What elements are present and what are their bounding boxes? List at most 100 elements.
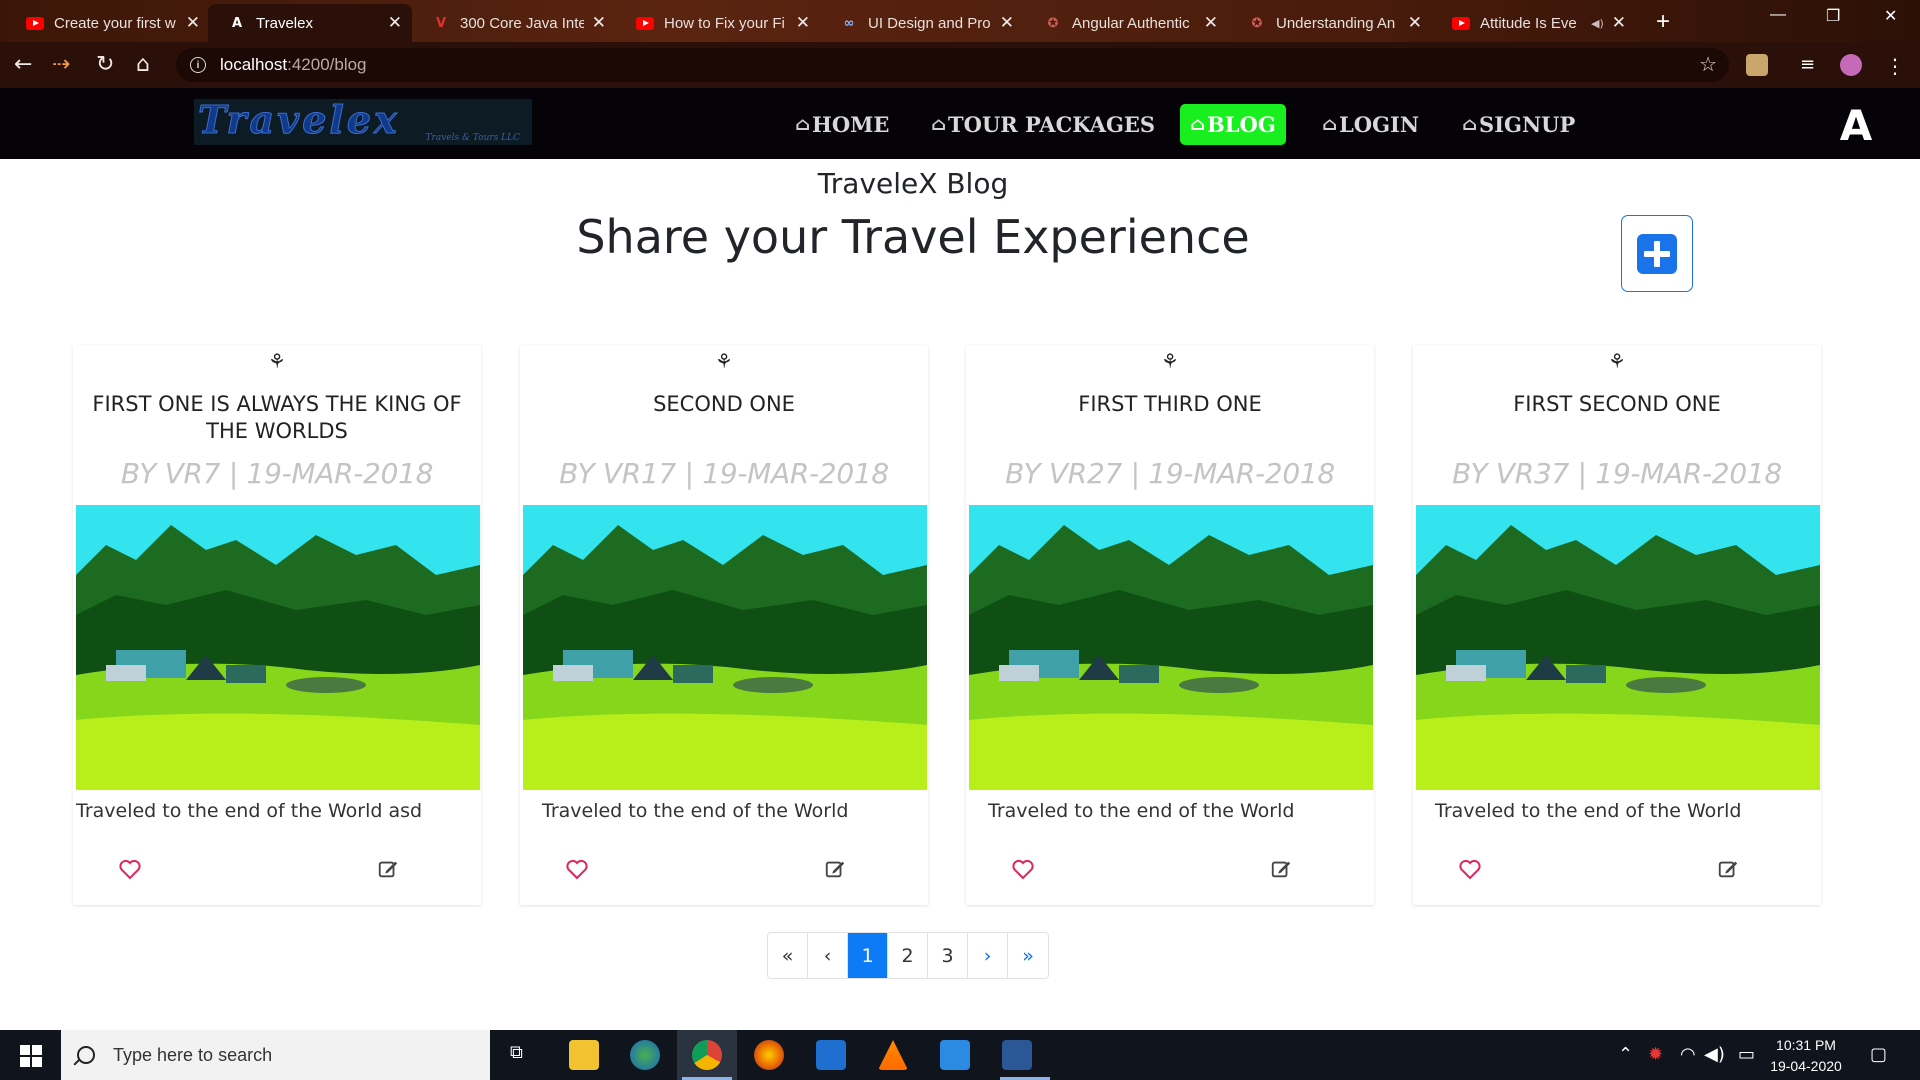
taskbar-search[interactable]: Type here to search [61,1030,490,1080]
chrome-icon[interactable] [692,1040,722,1070]
web-icon: ✪ [1251,15,1263,31]
close-icon[interactable]: ✕ [1612,13,1626,33]
browser-tab[interactable]: ✪ Understanding An ✕ [1228,4,1432,42]
add-post-button[interactable] [1621,215,1693,292]
extension-icon[interactable] [1746,54,1768,76]
travelex-logo[interactable]: Travelex Travels & Tours LLC [194,99,532,145]
tab-title: Angular Authentic [1072,14,1190,32]
nav-tour-packages[interactable]: ⌂ TOUR PACKAGES [921,104,1165,145]
nav-blog[interactable]: ⌂ BLOG [1180,104,1286,145]
battery-icon[interactable]: ▭ [1738,1044,1755,1065]
browser-tab-active[interactable]: A Travelex ✕ [208,4,412,42]
security-icon[interactable]: ✹ [1648,1044,1663,1065]
minimize-button[interactable]: — [1770,6,1786,24]
task-view-icon[interactable]: ⧉ [510,1042,523,1063]
globe-app-icon[interactable] [630,1040,660,1070]
browser-tab[interactable]: Attitude Is Eve ◀) ✕ [1432,4,1636,42]
nav-signup[interactable]: ⌂ SIGNUP [1452,104,1585,145]
tab-title: Create your first w [54,14,176,32]
post-byline: BY VR37 | 19-MAR-2018 [1452,457,1782,490]
angular-avatar-icon[interactable]: A [1834,101,1878,150]
post-byline: BY VR7 | 19-MAR-2018 [120,457,434,490]
page-button[interactable]: 3 [928,933,968,978]
back-icon[interactable]: ← [14,52,32,77]
heart-icon[interactable] [565,857,589,881]
post-description: Traveled to the end of the World [1435,800,1742,822]
blog-card: ⚘ FIRST SECOND ONE BY VR37 | 19-MAR-2018… [1413,345,1821,905]
info-icon[interactable]: i [190,57,206,73]
post-description: Traveled to the end of the World [988,800,1295,822]
new-tab-button[interactable]: + [1656,8,1670,36]
web-icon: ✪ [1047,15,1059,31]
tab-title: 300 Core Java Inte [460,14,584,32]
last-page-button[interactable]: » [1008,933,1048,978]
search-placeholder: Type here to search [113,1044,273,1065]
close-icon[interactable]: ✕ [1204,13,1218,33]
angular-icon: A [231,15,243,31]
browser-tab[interactable]: Create your first w ✕ [6,4,210,42]
firefox-icon[interactable] [754,1040,784,1070]
page-button[interactable]: 2 [888,933,928,978]
heart-icon[interactable] [118,857,142,881]
forward-icon[interactable]: ⇢ [52,52,70,77]
close-icon[interactable]: ✕ [1000,13,1014,33]
vscode-icon[interactable] [940,1040,970,1070]
edit-icon[interactable] [1270,858,1292,880]
browser-tab[interactable]: V 300 Core Java Inte ✕ [412,4,616,42]
edit-icon[interactable] [824,858,846,880]
windows-start-icon[interactable] [20,1045,42,1067]
maximize-button[interactable]: ❐ [1826,6,1840,26]
close-icon[interactable]: ✕ [592,13,606,33]
mail-icon[interactable] [816,1040,846,1070]
post-image [76,505,480,790]
first-page-button[interactable]: « [768,933,808,978]
youtube-icon [1452,14,1470,32]
heart-icon[interactable] [1458,857,1482,881]
chevron-up-icon[interactable]: ⌃ [1618,1044,1633,1065]
post-title: FIRST SECOND ONE [1513,392,1721,416]
wifi-icon[interactable]: ◠ [1680,1044,1696,1065]
media-control-icon[interactable]: ≡ [1800,54,1822,76]
post-description: Traveled to the end of the World asd [76,800,423,822]
notifications-icon[interactable]: ▢ [1870,1044,1887,1065]
blog-card: ⚘ FIRST ONE IS ALWAYS THE KING OF THE WO… [73,345,481,905]
home-icon: ⌂ [931,114,947,135]
menu-icon[interactable]: ⋮ [1884,54,1906,78]
edit-icon[interactable] [377,858,399,880]
system-clock[interactable]: 10:31 PM 19-04-2020 [1760,1035,1852,1077]
home-icon[interactable]: ⌂ [136,52,150,77]
tab-title: Attitude Is Eve [1480,14,1577,32]
file-explorer-icon[interactable] [569,1040,599,1070]
address-bar[interactable]: i localhost:4200/blog ☆ [176,48,1729,82]
pagination: « ‹ 1 2 3 › » [767,932,1049,979]
leaf-icon: ⚘ [268,349,286,373]
post-title: SECOND ONE [653,392,795,416]
browser-tab[interactable]: ✪ Angular Authentic ✕ [1024,4,1228,42]
close-icon[interactable]: ✕ [1408,13,1422,33]
page-button[interactable]: 1 [848,933,888,978]
bookmark-star-icon[interactable]: ☆ [1699,52,1717,76]
close-icon[interactable]: ✕ [186,13,200,33]
search-icon [77,1046,95,1064]
edit-icon[interactable] [1717,858,1739,880]
heart-icon[interactable] [1011,857,1035,881]
home-icon: ⌂ [1190,114,1206,135]
word-icon[interactable] [1002,1040,1032,1070]
close-window-button[interactable]: ✕ [1884,6,1897,26]
home-icon: ⌂ [1462,114,1478,135]
browser-tab[interactable]: How to Fix your Fi ✕ [616,4,820,42]
tab-title: Understanding An [1276,14,1396,32]
infinity-icon: ∞ [843,15,855,31]
nav-login[interactable]: ⌂ LOGIN [1312,104,1429,145]
next-page-button[interactable]: › [968,933,1008,978]
close-icon[interactable]: ✕ [796,13,810,33]
close-icon[interactable]: ✕ [388,13,402,33]
prev-page-button[interactable]: ‹ [808,933,848,978]
blog-card: ⚘ SECOND ONE BY VR17 | 19-MAR-2018 Trave… [520,345,928,905]
reload-icon[interactable]: ↻ [96,52,114,77]
browser-tab[interactable]: ∞ UI Design and Pro ✕ [820,4,1024,42]
profile-avatar[interactable] [1840,54,1862,76]
speaker-muted-icon[interactable]: ◀) [1591,17,1604,30]
volume-icon[interactable]: ◀) [1704,1044,1725,1065]
nav-home[interactable]: ⌂ HOME [785,104,899,145]
